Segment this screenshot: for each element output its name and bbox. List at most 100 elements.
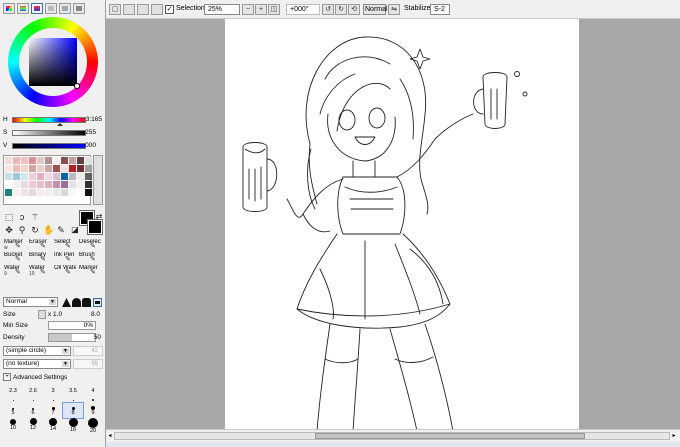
color-swatch[interactable] [68, 180, 76, 188]
advanced-settings-toggle[interactable]: + [3, 373, 11, 381]
size-preset[interactable]: 3.5 [63, 388, 83, 403]
color-wheel-mode-button[interactable] [3, 3, 15, 14]
background-color[interactable] [87, 219, 103, 235]
tool-slot[interactable]: Brush ✎ [77, 251, 102, 264]
color-swatch[interactable] [84, 156, 92, 164]
color-swatch[interactable] [68, 156, 76, 164]
swatch-scrollbar[interactable] [93, 155, 103, 205]
magic-wand-icon[interactable]: ⚚ [30, 212, 40, 222]
shape-flat-icon[interactable] [93, 298, 102, 307]
color-swatch[interactable] [68, 164, 76, 172]
zoom-icon[interactable]: ⚲ [17, 225, 27, 235]
undo-button[interactable] [123, 4, 135, 15]
clear-button[interactable] [151, 4, 163, 15]
transparent-color-icon[interactable]: ◪ [70, 225, 80, 235]
color-swatch[interactable] [4, 180, 12, 188]
color-swatch[interactable] [28, 188, 36, 196]
color-swatch[interactable] [52, 172, 60, 180]
color-swatch[interactable] [12, 180, 20, 188]
hsv-slider-mode-button[interactable] [31, 3, 43, 14]
rotate-left-icon[interactable]: ↺ [322, 4, 334, 15]
density-slider[interactable] [48, 333, 96, 342]
size-preset[interactable]: 20 [83, 418, 103, 434]
value-slider[interactable] [12, 143, 86, 149]
hue-slider-knob[interactable] [57, 123, 63, 126]
color-swatch[interactable] [76, 172, 84, 180]
color-swatch[interactable] [44, 180, 52, 188]
color-swatch[interactable] [12, 172, 20, 180]
color-swatch[interactable] [36, 180, 44, 188]
shape-soft-icon[interactable] [82, 298, 91, 307]
tool-slot[interactable]: Deselect ✎ [77, 238, 102, 251]
color-swatch[interactable] [20, 164, 28, 172]
color-swatch[interactable] [44, 188, 52, 196]
tool-slot[interactable]: Select ✎ [52, 238, 77, 251]
rgb-slider-mode-button[interactable] [17, 3, 29, 14]
size-preset[interactable]: 9 [83, 403, 103, 418]
swatch-mode-button[interactable] [45, 3, 57, 14]
color-swatch[interactable] [76, 188, 84, 196]
scroll-left-icon[interactable]: ◂ [106, 432, 114, 440]
rotate-reset-icon[interactable]: ⟲ [348, 4, 360, 15]
shape-sharp-icon[interactable] [62, 298, 71, 307]
tool-slot[interactable]: Ink Pen ✎ [52, 251, 77, 264]
size-preset[interactable]: 6 [23, 403, 43, 418]
color-swatch[interactable] [44, 156, 52, 164]
color-swatch[interactable] [4, 156, 12, 164]
color-swatch[interactable] [68, 172, 76, 180]
color-swatch[interactable] [4, 164, 12, 172]
color-swatch[interactable] [84, 172, 92, 180]
zoom-out-icon[interactable]: − [242, 4, 254, 15]
lasso-icon[interactable]: ↄ [17, 212, 27, 222]
tool-slot[interactable]: Bucket ✎ [2, 251, 27, 264]
size-preset[interactable]: 12 [23, 418, 43, 433]
size-preset[interactable]: 2.6 [23, 388, 43, 403]
tool-slot[interactable]: Water 9 ✎ [2, 264, 27, 277]
drawing-canvas[interactable] [225, 19, 579, 432]
color-swatch[interactable] [84, 188, 92, 196]
color-swatch[interactable] [12, 156, 20, 164]
size-preset[interactable]: 5 [3, 403, 23, 418]
move-icon[interactable]: ✥ [4, 225, 14, 235]
color-swatch[interactable] [84, 164, 92, 172]
texture-select[interactable]: (no texture) ▼ [3, 359, 71, 369]
color-swatch[interactable] [20, 180, 28, 188]
color-swatch[interactable] [12, 188, 20, 196]
color-swatch[interactable] [60, 156, 68, 164]
color-swatch[interactable] [84, 180, 92, 188]
color-settings-button[interactable] [73, 3, 85, 14]
color-picker-marker[interactable] [74, 83, 80, 89]
zoom-in-icon[interactable]: + [255, 4, 267, 15]
view-mode-select[interactable]: Normal [363, 4, 388, 15]
size-preset[interactable]: 10 [3, 418, 23, 433]
color-swatch[interactable] [12, 164, 20, 172]
color-swatch[interactable] [44, 172, 52, 180]
rotate-icon[interactable]: ↻ [30, 225, 40, 235]
tool-slot[interactable]: Binary ✎ [27, 251, 52, 264]
horizontal-scrollbar[interactable] [114, 432, 670, 440]
size-preset[interactable]: 7 [43, 403, 63, 418]
zoom-field[interactable]: 25% [204, 4, 240, 15]
color-swatch[interactable] [28, 164, 36, 172]
size-multiplier-button[interactable] [38, 310, 46, 319]
hue-slider[interactable] [12, 117, 86, 123]
brush-shape-select[interactable]: (simple circle) ▼ [3, 346, 71, 356]
color-swatch[interactable] [4, 188, 12, 196]
rect-select-icon[interactable]: ⬚ [4, 212, 14, 222]
color-swatch[interactable] [36, 188, 44, 196]
tool-slot[interactable]: Water 10 ✎ [27, 264, 52, 277]
canvas-viewport[interactable] [106, 19, 680, 432]
blend-mode-select[interactable]: Normal ▼ [3, 297, 58, 307]
stabilizer-select[interactable]: S-2 [430, 4, 450, 15]
color-swatch[interactable] [36, 172, 44, 180]
rotation-field[interactable]: +000° [286, 4, 320, 15]
color-swatch[interactable] [52, 180, 60, 188]
brush-shape-strength[interactable]: 42 [73, 346, 103, 356]
saturation-value-square[interactable] [29, 38, 77, 86]
color-swatch[interactable] [60, 172, 68, 180]
color-swatch[interactable] [36, 156, 44, 164]
horizontal-scrollbar-thumb[interactable] [315, 433, 585, 439]
color-swatch[interactable] [76, 180, 84, 188]
tool-slot[interactable]: Eraser ✎ [27, 238, 52, 251]
size-preset[interactable]: 14 [43, 418, 63, 433]
